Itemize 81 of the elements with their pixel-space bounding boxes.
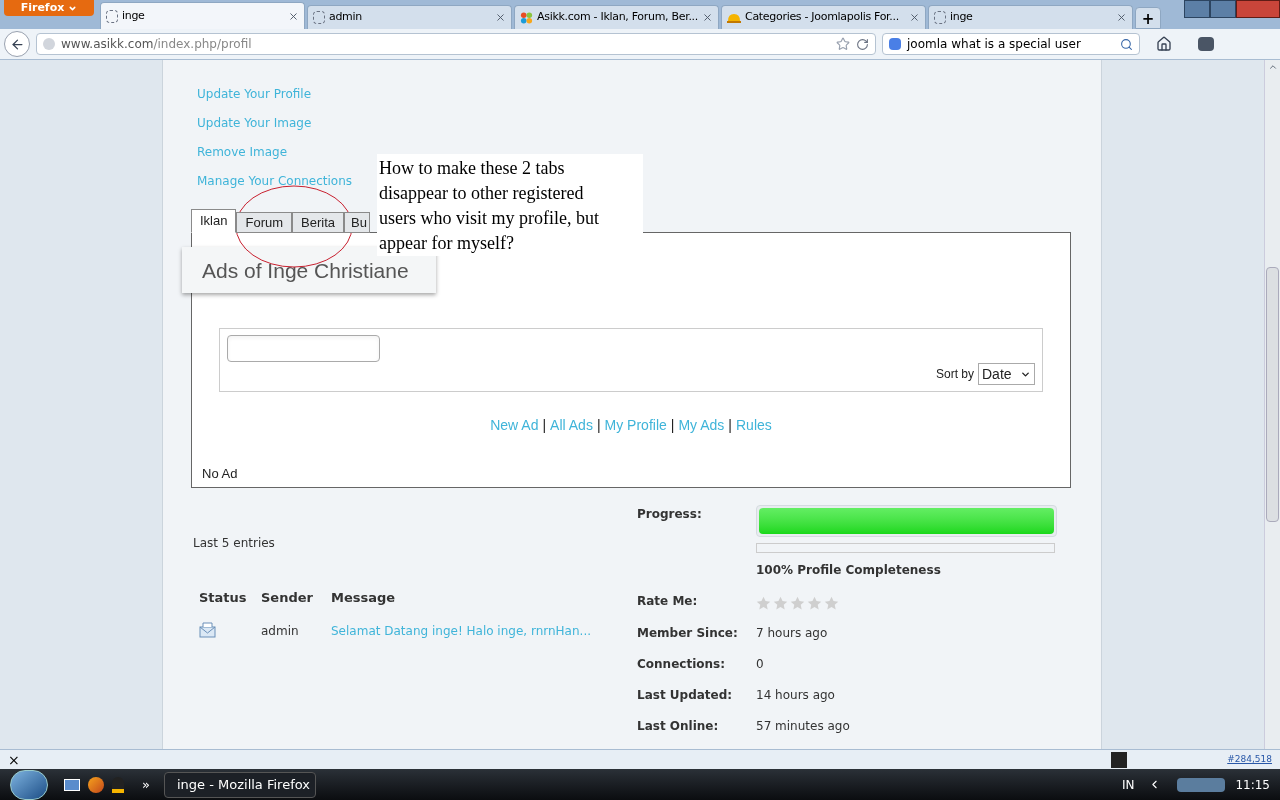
new-tab-button[interactable]: +: [1135, 7, 1161, 29]
browser-tab[interactable]: inge: [928, 5, 1133, 29]
profile-tab[interactable]: Bu: [344, 212, 370, 233]
field-label: Last Updated:: [637, 687, 734, 704]
browser-tab[interactable]: Categories - Joomlapolis For...: [721, 5, 926, 29]
puzzle-logo-icon: [520, 10, 534, 25]
field-label: Last Online:: [637, 718, 720, 735]
scroll-up-icon[interactable]: [1267, 62, 1278, 72]
close-icon[interactable]: [1116, 12, 1127, 23]
field-value: 57 minutes ago: [756, 718, 850, 735]
close-icon[interactable]: [495, 12, 506, 23]
link-separator: |: [670, 416, 675, 435]
column-header: Message: [331, 589, 396, 607]
messages-title: Last 5 entries: [193, 536, 275, 550]
ad-search-field[interactable]: [227, 335, 380, 362]
star-icon[interactable]: [824, 596, 839, 611]
sender-cell-text: admin: [261, 622, 299, 640]
field-label: Connections:: [637, 656, 726, 673]
link-separator: |: [728, 416, 732, 435]
profile-tab[interactable]: Berita: [292, 212, 344, 233]
column-header: Status: [199, 589, 247, 607]
link-separator: |: [542, 416, 547, 435]
globe-icon: [43, 38, 55, 50]
sort-dropdown[interactable]: Date: [978, 363, 1035, 385]
close-bar-button[interactable]: ×: [8, 752, 20, 767]
star-rating[interactable]: [756, 596, 839, 611]
firefox-icon[interactable]: [88, 776, 104, 793]
tab-title: inge: [950, 9, 974, 26]
star-icon[interactable]: [773, 596, 788, 611]
back-button[interactable]: [4, 31, 30, 57]
star-icon[interactable]: [790, 596, 805, 611]
close-window-button[interactable]: [1236, 0, 1280, 18]
hard-hat-icon: [727, 11, 741, 24]
language-indicator[interactable]: IN: [1121, 775, 1135, 794]
address-field[interactable]: www.asikk.com/index.php/profil: [36, 33, 876, 55]
browser-tab[interactable]: admin: [307, 5, 512, 29]
star-icon[interactable]: [807, 596, 822, 611]
page-icon: [106, 9, 118, 23]
sort-label: Sort by: [936, 366, 974, 383]
search-field[interactable]: joomla what is a special user: [882, 33, 1140, 55]
minimize-button[interactable]: [1184, 0, 1210, 18]
tab-title: admin: [329, 9, 363, 26]
more-icons-button[interactable]: »: [142, 774, 150, 795]
page-icon: [934, 11, 946, 24]
field-label: Member Since:: [637, 625, 739, 642]
clock-text: 11:15: [1235, 776, 1270, 794]
desktop-icon[interactable]: [64, 778, 80, 791]
column-header: Sender: [261, 589, 313, 607]
empty-message: No Ad: [202, 465, 238, 483]
home-icon[interactable]: [1156, 36, 1172, 52]
counter-text: #284,518: [1227, 752, 1272, 766]
bookmark-star-icon[interactable]: [836, 37, 850, 51]
field-value: 14 hours ago: [756, 687, 835, 704]
tab-title: inge: [122, 7, 146, 24]
close-icon[interactable]: [909, 12, 920, 23]
url-text: www.asikk.com/index.php/profil: [61, 36, 253, 53]
browser-tab[interactable]: inge: [100, 2, 305, 29]
tab-title: Asikk.com - Iklan, Forum, Ber...: [537, 9, 698, 26]
maximize-button[interactable]: [1210, 0, 1236, 18]
close-icon[interactable]: [702, 12, 713, 23]
browser-tab[interactable]: Asikk.com - Iklan, Forum, Ber...: [514, 5, 719, 29]
field-value: 0: [756, 656, 764, 673]
profile-tab[interactable]: Iklan: [191, 209, 237, 233]
rate-label: Rate Me:: [637, 593, 699, 610]
field-value: 7 hours ago: [756, 625, 828, 642]
taskbar-window-button[interactable]: inge - Mozilla Firefox: [163, 771, 316, 798]
progress-label: Progress:: [637, 506, 703, 523]
start-button[interactable]: [10, 769, 48, 800]
search-icon[interactable]: [1120, 37, 1133, 51]
reload-icon[interactable]: [856, 37, 869, 51]
envelope-icon: [199, 621, 216, 638]
link-separator: |: [596, 416, 601, 435]
completeness-text: 100% Profile Completeness: [756, 562, 941, 579]
search-text: joomla what is a special user: [907, 36, 1082, 53]
scrollbar-thumb[interactable]: [1266, 267, 1279, 522]
close-icon[interactable]: [288, 10, 299, 22]
star-icon[interactable]: [756, 596, 771, 611]
annotation-note: How to make these 2 tabs disappear to other registered users who visit my profile, but appear for myself?: [377, 154, 643, 256]
tab-title: Categories - Joomlapolis For...: [745, 9, 900, 26]
page-icon: [313, 11, 325, 24]
profile-tab[interactable]: Forum: [236, 212, 293, 233]
